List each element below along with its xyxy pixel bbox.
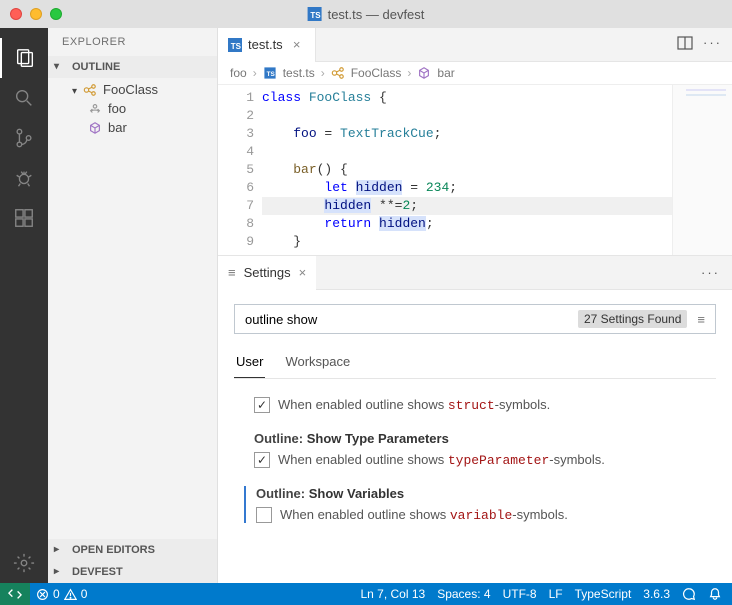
outline-member-label: foo [108,101,126,116]
setting-description: When enabled outline shows struct-symbol… [278,397,550,413]
status-bar: 0 0 Ln 7, Col 13 Spaces: 4 UTF-8 LF Type… [0,583,732,605]
folder-label: DEVFEST [72,566,123,578]
lower-tabs: ≡ Settings × ··· [218,256,732,290]
outline-member-label: bar [108,120,127,135]
more-actions-icon[interactable]: ··· [703,35,722,54]
outline-class-label: FooClass [103,82,158,97]
side-panel: EXPLORER OUTLINE FooClass foo [48,28,218,583]
ts-file-icon: TS [228,38,242,52]
scope-user[interactable]: User [234,348,265,378]
code-editor[interactable]: 123456789 class FooClass { foo = TextTra… [218,85,732,255]
settings-tab-label: Settings [244,265,291,280]
breadcrumb[interactable]: foo › TS test.ts › FooClass › bar [218,62,732,85]
explorer-header: EXPLORER [48,28,217,56]
breadcrumb-item[interactable]: bar [437,66,454,80]
class-icon [83,83,97,97]
minimap[interactable] [672,85,732,255]
outline-node-method[interactable]: bar [66,118,217,137]
titlebar: TS test.ts — devfest [0,0,732,28]
setting-description: When enabled outline shows variable-symb… [280,507,568,523]
status-eol[interactable]: LF [543,583,569,605]
clear-search-icon[interactable]: ≡ [693,312,709,327]
close-window-button[interactable] [10,8,22,20]
window-title: TS test.ts — devfest [308,7,425,22]
warning-count: 0 [81,587,88,601]
status-encoding[interactable]: UTF-8 [497,583,543,605]
setting-item[interactable]: Outline: Show Variables When enabled out… [244,486,716,523]
settings-scope-tabs: User Workspace [234,348,716,379]
setting-checkbox[interactable] [256,507,272,523]
editor-tabs: TS test.ts × ··· [218,28,732,62]
activity-bar [0,28,48,583]
open-editors-section-header[interactable]: OPEN EDITORS [48,539,217,561]
tab-settings[interactable]: ≡ Settings × [218,256,316,290]
breadcrumb-item[interactable]: foo [230,66,247,80]
status-language[interactable]: TypeScript [569,583,638,605]
setting-title: Outline: Show Variables [256,486,716,501]
settings-search-input[interactable] [241,312,578,327]
setting-item[interactable]: Outline: Show Type Parameters ✓ When ena… [244,431,716,468]
code-content[interactable]: class FooClass { foo = TextTrackCue; bar… [262,85,672,255]
settings-icon: ≡ [228,265,236,280]
status-feedback-icon[interactable] [676,583,702,605]
chevron-down-icon [72,82,77,97]
method-icon [88,102,102,116]
chevron-right-icon: › [321,66,325,80]
folder-section-header[interactable]: DEVFEST [48,561,217,583]
activity-debug[interactable] [0,158,48,198]
breadcrumb-item[interactable]: test.ts [283,66,315,80]
outline-tree: FooClass foo bar [48,78,217,139]
tab-test-ts[interactable]: TS test.ts × [218,28,316,62]
settings-search[interactable]: 27 Settings Found ≡ [234,304,716,334]
method-icon [88,121,102,135]
open-editors-label: OPEN EDITORS [72,544,155,556]
scope-workspace[interactable]: Workspace [283,348,352,378]
chevron-right-icon: › [253,66,257,80]
remote-indicator[interactable] [0,583,30,605]
chevron-right-icon [54,565,68,579]
error-count: 0 [53,587,60,601]
line-gutter: 123456789 [218,85,262,255]
setting-title: Outline: Show Type Parameters [254,431,716,446]
settings-list: ✓ When enabled outline shows struct-symb… [234,397,716,523]
ts-file-icon: TS [264,67,275,78]
ts-file-icon: TS [308,7,322,21]
more-actions-icon[interactable]: ··· [701,265,732,280]
setting-item[interactable]: ✓ When enabled outline shows struct-symb… [244,397,716,413]
activity-scm[interactable] [0,118,48,158]
chevron-right-icon: › [407,66,411,80]
chevron-right-icon [54,543,68,557]
chevron-down-icon [54,60,68,74]
close-icon[interactable]: × [289,37,305,52]
method-icon [417,66,431,80]
split-editor-icon[interactable] [677,35,693,54]
outline-node-class[interactable]: FooClass [66,80,217,99]
minimize-window-button[interactable] [30,8,42,20]
outline-node-method[interactable]: foo [66,99,217,118]
breadcrumb-item[interactable]: FooClass [351,66,402,80]
close-icon[interactable]: × [299,265,307,280]
status-spaces[interactable]: Spaces: 4 [431,583,496,605]
status-problems[interactable]: 0 0 [30,583,93,605]
settings-found-badge: 27 Settings Found [578,310,687,328]
status-bell-icon[interactable] [702,583,728,605]
activity-settings[interactable] [0,543,48,583]
window-title-text: test.ts — devfest [328,7,425,22]
setting-checkbox[interactable]: ✓ [254,452,270,468]
outline-section-header[interactable]: OUTLINE [48,56,217,78]
setting-description: When enabled outline shows typeParameter… [278,452,605,468]
setting-checkbox[interactable]: ✓ [254,397,270,413]
activity-search[interactable] [0,78,48,118]
tab-label: test.ts [248,37,283,52]
status-ts-version[interactable]: 3.6.3 [637,583,676,605]
class-icon [331,66,345,80]
zoom-window-button[interactable] [50,8,62,20]
outline-label: OUTLINE [72,61,120,73]
activity-extensions[interactable] [0,198,48,238]
status-line-col[interactable]: Ln 7, Col 13 [354,583,431,605]
activity-explorer[interactable] [0,38,48,78]
